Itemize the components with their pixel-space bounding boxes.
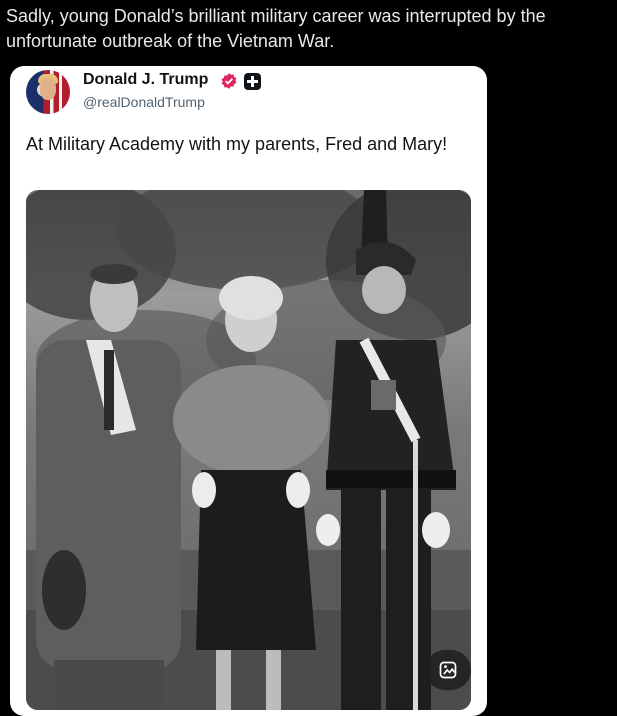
author-handle[interactable]: @realDonaldTrump — [83, 94, 205, 110]
author-name[interactable]: Donald J. Trump — [83, 71, 208, 89]
quoted-tweet-text: At Military Academy with my parents, Fre… — [26, 134, 448, 154]
photo-view-button[interactable] — [425, 650, 471, 690]
plus-badge-icon — [244, 73, 261, 90]
verified-badge-icon — [221, 73, 237, 89]
avatar-face — [40, 78, 56, 100]
author-avatar[interactable] — [26, 70, 70, 114]
tweet-photo[interactable] — [26, 190, 471, 710]
photo-view-icon — [439, 661, 457, 679]
post-text: Sadly, young Donald’s brilliant military… — [6, 6, 546, 51]
photo-illustration — [26, 190, 471, 710]
quoted-tweet-card[interactable]: Donald J. Trump @realDonaldTrump At Mili… — [10, 66, 487, 716]
